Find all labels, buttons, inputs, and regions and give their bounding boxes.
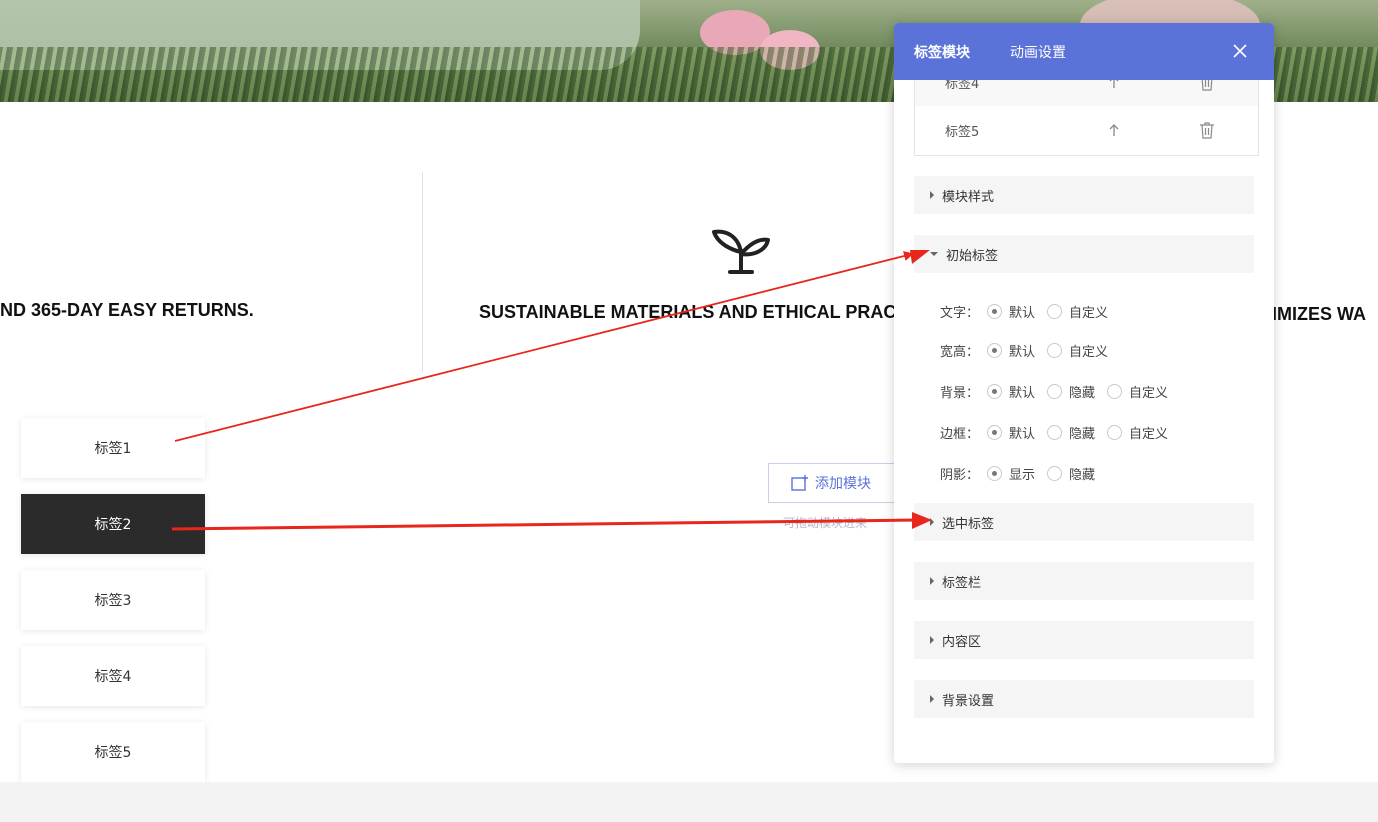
radio-label: 默认 — [1009, 344, 1036, 360]
feature-text-sustainable: SUSTAINABLE MATERIALS AND ETHICAL PRAC — [479, 302, 897, 322]
tab-item-1[interactable]: 标签1 — [21, 418, 205, 478]
radio-bg-default[interactable]: 默认 — [987, 382, 1035, 401]
radio-label: 隐藏 — [1069, 426, 1096, 442]
option-label: 阴影： — [940, 467, 980, 483]
tab-item-label: 标签5 — [94, 745, 132, 761]
tab-item-label: 标签2 — [94, 517, 132, 533]
radio-label: 默认 — [1009, 385, 1036, 401]
section-background-settings[interactable]: 背景设置 — [914, 680, 1254, 718]
panel-tab-animation[interactable]: 动画设置 — [1010, 42, 1066, 62]
section-content-area[interactable]: 内容区 — [914, 621, 1254, 659]
add-module-label: 添加模块 — [815, 476, 871, 492]
option-label: 背景： — [940, 385, 980, 401]
radio-bg-custom[interactable]: 自定义 — [1107, 382, 1168, 401]
tag-list-item-label: 标签5 — [945, 124, 980, 140]
radio-border-custom[interactable]: 自定义 — [1107, 423, 1168, 442]
caret-right-icon — [930, 577, 934, 585]
radio-label: 隐藏 — [1069, 385, 1096, 401]
option-label: 边框： — [940, 426, 980, 442]
option-row-text: 文字： 默认 自定义 — [940, 301, 1120, 321]
section-selected-tag[interactable]: 选中标签 — [914, 503, 1254, 541]
add-module-hint: 可拖动模块进来 — [783, 516, 868, 530]
tab-item-label: 标签4 — [94, 669, 132, 685]
radio-text-default[interactable]: 默认 — [987, 302, 1035, 321]
footer-band — [0, 782, 1378, 822]
caret-right-icon — [930, 695, 934, 703]
radio-dot — [1107, 383, 1123, 399]
radio-dot — [1107, 424, 1123, 440]
tab-item-4[interactable]: 标签4 — [21, 646, 205, 706]
feature-divider — [422, 172, 423, 372]
radio-size-custom[interactable]: 自定义 — [1047, 341, 1108, 360]
tag-list-item[interactable]: 标签5 — [915, 106, 1258, 154]
radio-shadow-show[interactable]: 显示 — [987, 464, 1035, 483]
section-label: 初始标签 — [946, 248, 999, 264]
section-label: 选中标签 — [942, 516, 995, 532]
radio-label: 自定义 — [1069, 305, 1109, 321]
caret-right-icon — [930, 191, 934, 199]
section-module-style[interactable]: 模块样式 — [914, 176, 1254, 214]
close-icon[interactable] — [1230, 41, 1250, 61]
option-label: 宽高： — [940, 344, 980, 360]
radio-size-default[interactable]: 默认 — [987, 341, 1035, 360]
add-module-icon — [791, 475, 808, 491]
delete-icon[interactable] — [1199, 121, 1215, 139]
tab-item-5[interactable]: 标签5 — [21, 722, 205, 782]
tab-item-label: 标签3 — [94, 593, 132, 609]
radio-label: 默认 — [1009, 426, 1036, 442]
tab-item-label: 标签1 — [94, 441, 132, 457]
panel-header: 标签模块 动画设置 — [894, 23, 1274, 80]
tag-list: 标签4 标签5 — [914, 58, 1259, 156]
option-row-size: 宽高： 默认 自定义 — [940, 340, 1120, 360]
caret-down-icon — [930, 252, 938, 256]
radio-label: 显示 — [1009, 467, 1036, 483]
annotation-arrow-initial-tag — [174, 251, 914, 442]
radio-dot — [987, 342, 1003, 358]
radio-dot — [987, 383, 1003, 399]
option-row-border: 边框： 默认 隐藏 自定义 — [940, 422, 1180, 442]
tab-item-3[interactable]: 标签3 — [21, 570, 205, 630]
section-label: 标签栏 — [942, 575, 982, 591]
radio-dot — [1047, 342, 1063, 358]
radio-dot — [1047, 303, 1063, 319]
option-row-background: 背景： 默认 隐藏 自定义 — [940, 381, 1180, 401]
radio-border-default[interactable]: 默认 — [987, 423, 1035, 442]
add-module-button[interactable]: 添加模块 — [768, 463, 898, 503]
section-label: 背景设置 — [942, 693, 995, 709]
feature-text-waste: IMIZES WA — [1272, 304, 1366, 324]
radio-label: 默认 — [1009, 305, 1036, 321]
radio-shadow-hidden[interactable]: 隐藏 — [1047, 464, 1095, 483]
tab-module-settings-panel: 标签4 标签5 标签模块 动画设置 模块样式 初始标签 文字： 默认 自定义 宽… — [894, 23, 1274, 763]
radio-bg-hidden[interactable]: 隐藏 — [1047, 382, 1095, 401]
sprout-icon — [712, 229, 770, 274]
radio-label: 自定义 — [1069, 344, 1109, 360]
radio-dot — [987, 303, 1003, 319]
caret-right-icon — [930, 636, 934, 644]
section-label: 模块样式 — [942, 189, 995, 205]
option-label: 文字： — [940, 305, 980, 321]
radio-dot — [1047, 424, 1063, 440]
tab-item-2[interactable]: 标签2 — [21, 494, 205, 554]
move-up-icon[interactable] — [1107, 123, 1121, 137]
radio-label: 隐藏 — [1069, 467, 1096, 483]
section-initial-tag[interactable]: 初始标签 — [914, 235, 1254, 273]
panel-tab-tag-module[interactable]: 标签模块 — [914, 42, 970, 62]
radio-label: 自定义 — [1129, 426, 1169, 442]
radio-dot — [1047, 383, 1063, 399]
radio-label: 自定义 — [1129, 385, 1169, 401]
feature-text-returns: ND 365-DAY EASY RETURNS. — [0, 300, 254, 320]
caret-right-icon — [930, 518, 934, 526]
radio-text-custom[interactable]: 自定义 — [1047, 302, 1108, 321]
radio-border-hidden[interactable]: 隐藏 — [1047, 423, 1095, 442]
radio-dot — [987, 465, 1003, 481]
option-row-shadow: 阴影： 显示 隐藏 — [940, 463, 1107, 483]
radio-dot — [1047, 465, 1063, 481]
section-label: 内容区 — [942, 634, 982, 650]
radio-dot — [987, 424, 1003, 440]
section-tag-bar[interactable]: 标签栏 — [914, 562, 1254, 600]
